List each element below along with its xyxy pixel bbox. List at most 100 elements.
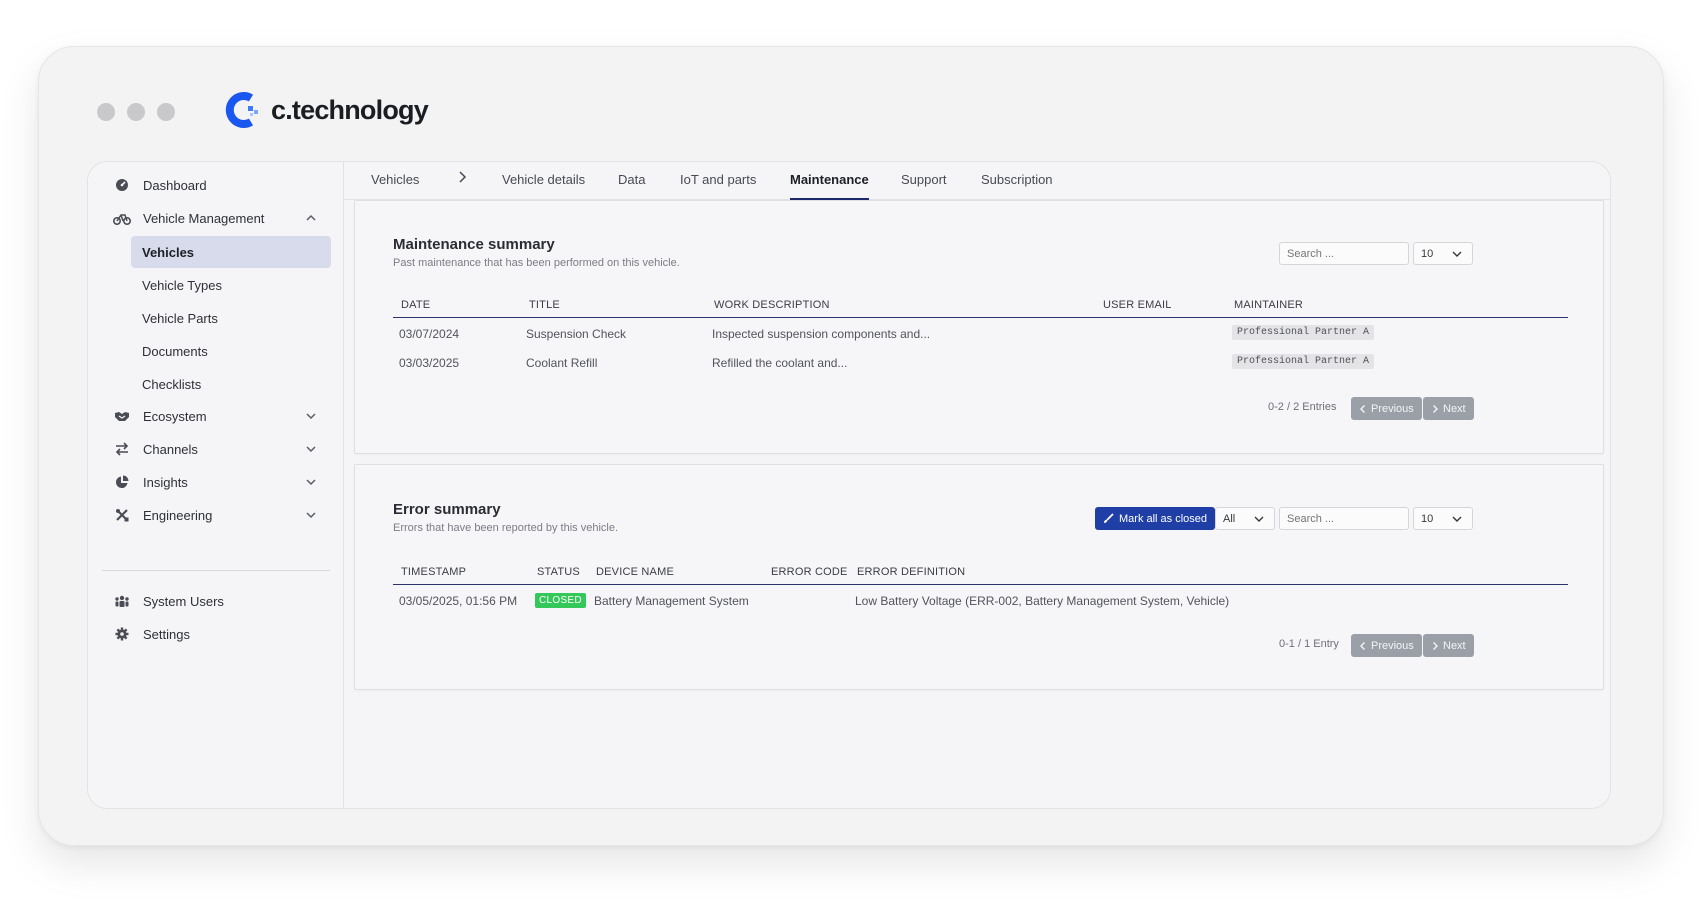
sidebar-item-engineering[interactable]: Engineering [102,500,330,530]
sidebar: Dashboard Vehicle Management Vehicles Ve… [88,162,344,808]
page-size-value: 10 [1421,248,1434,260]
sidebar-item-label: Channels [143,441,198,457]
maintenance-title: Maintenance summary [393,236,555,253]
tab-maintenance[interactable]: Maintenance [790,172,869,200]
tab-data[interactable]: Data [618,172,645,200]
column-header-error-definition[interactable]: ERROR DEFINITION [857,566,965,578]
mark-all-closed-button[interactable]: Mark all as closed [1095,507,1216,530]
column-header-date[interactable]: DATE [401,299,430,311]
chevron-left-icon [1360,404,1365,413]
chevron-down-icon [1254,516,1264,522]
sidebar-subitem-checklists[interactable]: Checklists [131,368,331,400]
cell-description: Refilled the coolant and... [712,356,848,370]
status-badge: CLOSED [535,593,586,608]
tab-support[interactable]: Support [901,172,947,200]
sidebar-item-channels[interactable]: Channels [102,434,330,464]
column-header-maintainer[interactable]: MAINTAINER [1234,299,1303,311]
pie-chart-icon [113,473,131,491]
column-header-error-code[interactable]: ERROR CODE [771,566,848,578]
window-maximize-dot[interactable] [157,103,175,121]
sidebar-item-settings[interactable]: Settings [102,619,330,649]
tab-bar: Vehicles Vehicle details Data IoT and pa… [344,162,1610,200]
column-header-work-description[interactable]: WORK DESCRIPTION [714,299,830,311]
sidebar-item-label: Insights [143,474,188,490]
chevron-up-icon [306,214,316,221]
brand-logo-icon [225,92,258,128]
bike-icon [113,209,131,227]
tab-iot-and-parts[interactable]: IoT and parts [680,172,756,200]
column-header-title[interactable]: TITLE [529,299,560,311]
tab-vehicles[interactable]: Vehicles [371,172,419,200]
brand-name: c.technology [271,94,429,125]
sidebar-item-dashboard[interactable]: Dashboard [102,170,330,200]
sidebar-item-label: Settings [143,626,190,642]
entries-count: 0-1 / 1 Entry [1279,638,1339,650]
maintenance-search-input[interactable] [1279,242,1409,265]
dashboard-icon [113,176,131,194]
error-subtitle: Errors that have been reported by this v… [393,522,619,534]
handshake-icon [113,407,131,425]
column-header-device-name[interactable]: DEVICE NAME [596,566,674,578]
window-close-dot[interactable] [97,103,115,121]
tab-subscription[interactable]: Subscription [981,172,1053,200]
previous-label: Previous [1371,639,1414,652]
sidebar-item-vehicle-management[interactable]: Vehicle Management [102,203,330,233]
tools-icon [113,506,131,524]
column-header-timestamp[interactable]: TIMESTAMP [401,566,466,578]
sidebar-subitem-vehicles[interactable]: Vehicles [131,236,331,268]
cell-device-name: Battery Management System [594,594,749,608]
gear-icon [113,625,131,643]
column-header-user-email[interactable]: USER EMAIL [1103,299,1172,311]
sidebar-item-ecosystem[interactable]: Ecosystem [102,401,330,431]
sidebar-subitem-vehicle-parts[interactable]: Vehicle Parts [131,302,331,334]
sidebar-item-label: System Users [143,593,224,609]
mark-all-closed-label: Mark all as closed [1119,512,1208,525]
entries-count: 0-2 / 2 Entries [1268,401,1337,413]
sidebar-item-system-users[interactable]: System Users [102,586,330,616]
error-page-size-select[interactable]: 10 [1413,507,1473,530]
chevron-right-icon [1433,641,1438,650]
filter-value: All [1223,513,1236,525]
app-window: c.technology Dashboard Vehicle Managemen… [38,46,1664,846]
error-title: Error summary [393,501,501,518]
chevron-left-icon [1360,641,1365,650]
brush-icon [1104,513,1114,523]
maintainer-tag: Professional Partner A [1232,325,1375,340]
next-label: Next [1443,402,1466,415]
next-label: Next [1443,639,1466,652]
maintainer-tag: Professional Partner A [1232,354,1375,369]
cell-timestamp: 03/05/2025, 01:56 PM [399,594,518,608]
chevron-down-icon [306,479,316,486]
error-status-filter-select[interactable]: All [1215,507,1275,530]
window-minimize-dot[interactable] [127,103,145,121]
chevron-down-icon [1452,251,1462,257]
sidebar-item-label: Engineering [143,507,213,523]
error-search-input[interactable] [1279,507,1409,530]
cell-error-definition: Low Battery Voltage (ERR-002, Battery Ma… [855,594,1230,608]
column-header-status[interactable]: STATUS [537,566,580,578]
previous-page-button[interactable]: Previous [1351,634,1422,657]
previous-label: Previous [1371,402,1414,415]
chevron-down-icon [1452,516,1462,522]
cell-title: Coolant Refill [526,356,598,370]
sidebar-item-label: Vehicle Management [143,210,265,226]
sidebar-subitem-vehicle-types[interactable]: Vehicle Types [131,269,331,301]
cell-description: Inspected suspension components and... [712,327,931,341]
previous-page-button[interactable]: Previous [1351,397,1422,420]
next-page-button[interactable]: Next [1423,634,1474,657]
chevron-right-icon [459,171,467,183]
maintenance-page-size-select[interactable]: 10 [1413,242,1473,265]
chevron-down-icon [306,413,316,420]
sidebar-subitem-documents[interactable]: Documents [131,335,331,367]
sidebar-item-label: Ecosystem [143,408,207,424]
tab-vehicle-details[interactable]: Vehicle details [502,172,585,200]
sidebar-item-label: Dashboard [143,177,207,193]
sidebar-item-insights[interactable]: Insights [102,467,330,497]
users-icon [113,592,131,610]
brand-logo[interactable]: c.technology [221,89,429,131]
next-page-button[interactable]: Next [1423,397,1474,420]
table-header-divider [393,317,1568,318]
error-summary-card: Error summary Errors that have been repo… [354,464,1604,690]
sidebar-divider [102,570,330,571]
cell-date: 03/07/2024 [399,327,460,341]
